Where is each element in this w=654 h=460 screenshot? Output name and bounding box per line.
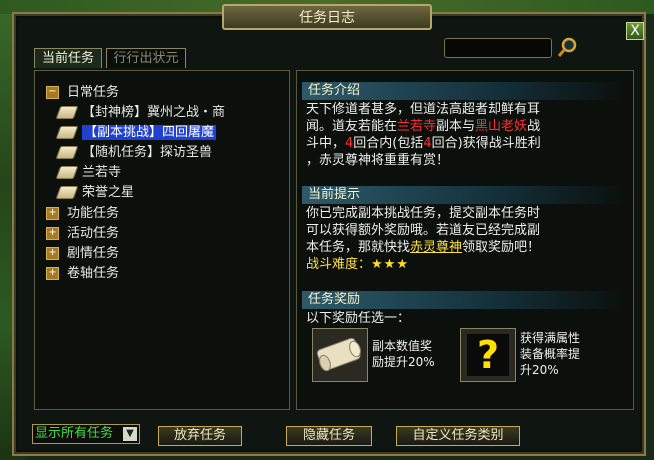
tab-current-quests[interactable]: 当前任务	[34, 48, 102, 68]
tree-item[interactable]: 荣誉之星	[55, 184, 134, 202]
magnifier-icon[interactable]	[557, 36, 579, 58]
difficulty-label: 战斗难度：	[306, 257, 372, 272]
reward-choose-text: 以下奖励任选一：	[306, 311, 411, 326]
npc-link[interactable]: 赤灵尊神	[410, 240, 462, 255]
reward-item-scroll[interactable]	[312, 328, 368, 382]
hint-text: 你已完成副本挑战任务，提交副本任务时 可以获得额外奖励哦。若道友已经完成副 本任…	[306, 206, 541, 272]
difficulty-stars: ★★★	[371, 257, 409, 272]
scroll-icon	[55, 126, 79, 139]
tab-profession[interactable]: 行行出状元	[106, 48, 186, 68]
scroll-icon	[55, 146, 79, 159]
collapse-icon[interactable]: −	[46, 86, 59, 99]
reward-desc-2: 获得满属性 装备概率提 升20%	[520, 331, 581, 377]
reward-item-mystery[interactable]: ?	[460, 328, 516, 382]
tree-item-selected[interactable]: 【副本挑战】四回屠魔	[55, 124, 217, 142]
scroll-icon	[55, 186, 79, 199]
boss-name: 黑山老妖	[475, 119, 528, 134]
tree-group-event[interactable]: + 活动任务	[46, 225, 119, 243]
scroll-icon	[55, 166, 79, 179]
question-mark-icon: ?	[467, 334, 509, 376]
scroll-icon	[55, 106, 79, 119]
tree-group-story[interactable]: + 剧情任务	[46, 245, 119, 263]
tree-item[interactable]: 【随机任务】探访圣兽	[55, 144, 212, 162]
intro-heading: 任务介绍	[302, 82, 626, 100]
hide-quest-button[interactable]: 隐藏任务	[286, 426, 372, 446]
scroll-icon	[316, 337, 361, 372]
reward-desc-1: 副本数值奖 励提升20%	[372, 339, 435, 369]
tree-item[interactable]: 兰若寺	[55, 164, 121, 182]
tree-group-label: 日常任务	[67, 85, 120, 100]
quest-filter-select[interactable]: 显示所有任务 ▼	[32, 424, 140, 444]
hint-heading: 当前提示	[302, 186, 626, 204]
tree-group-function[interactable]: + 功能任务	[46, 205, 119, 223]
intro-text: 天下修道者甚多，但道法高超者却鲜有耳 闻。道友若能在兰若寺副本与黑山老妖战 斗中…	[306, 102, 541, 168]
search-input[interactable]	[444, 38, 552, 58]
abandon-quest-button[interactable]: 放弃任务	[158, 426, 242, 446]
tree-group-scroll[interactable]: + 卷轴任务	[46, 265, 119, 283]
reward-heading: 任务奖励	[302, 291, 626, 309]
window-title: 任务日志	[222, 4, 432, 30]
expand-icon[interactable]: +	[46, 247, 59, 260]
expand-icon[interactable]: +	[46, 267, 59, 280]
chevron-down-icon[interactable]: ▼	[123, 427, 137, 441]
custom-category-button[interactable]: 自定义任务类别	[396, 426, 520, 446]
place-name: 兰若寺	[397, 119, 437, 134]
close-button[interactable]: X	[626, 22, 644, 40]
tree-group-daily[interactable]: − 日常任务	[46, 84, 119, 102]
expand-icon[interactable]: +	[46, 207, 59, 220]
tree-item[interactable]: 【封神榜】冀州之战・商	[55, 104, 225, 122]
expand-icon[interactable]: +	[46, 227, 59, 240]
